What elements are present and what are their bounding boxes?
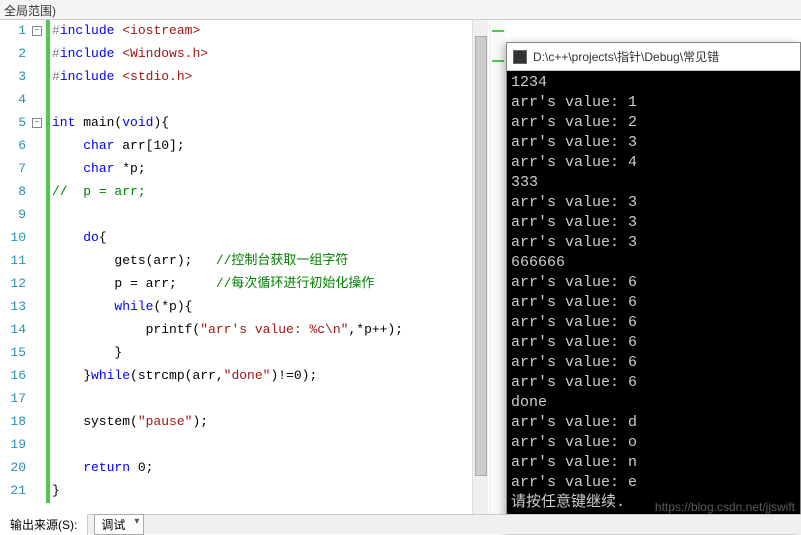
line-number: 11 xyxy=(0,250,26,273)
fold-column[interactable]: −− xyxy=(32,20,46,514)
line-number: 5 xyxy=(0,112,26,135)
editor-scrollbar-vertical[interactable] xyxy=(472,20,488,514)
line-number: 9 xyxy=(0,204,26,227)
line-number: 18 xyxy=(0,411,26,434)
line-number: 19 xyxy=(0,434,26,457)
output-source-label: 输出来源(S): xyxy=(0,514,88,535)
bottom-bar: 输出来源(S): 调试 xyxy=(0,514,801,534)
line-number: 7 xyxy=(0,158,26,181)
scope-bar: 全局范围) xyxy=(0,0,801,20)
line-number: 16 xyxy=(0,365,26,388)
console-output[interactable]: 1234 arr's value: 1 arr's value: 2 arr's… xyxy=(507,71,800,515)
fold-toggle[interactable]: − xyxy=(32,118,42,128)
console-icon xyxy=(513,50,527,64)
console-window[interactable]: D:\c++\projects\指针\Debug\常见错 1234 arr's … xyxy=(506,42,801,534)
console-title-text: D:\c++\projects\指针\Debug\常见错 xyxy=(533,48,719,65)
line-number: 21 xyxy=(0,480,26,503)
line-number-gutter: 123456789101112131415161718192021 xyxy=(0,20,32,514)
line-number: 3 xyxy=(0,66,26,89)
line-number: 8 xyxy=(0,181,26,204)
console-titlebar[interactable]: D:\c++\projects\指针\Debug\常见错 xyxy=(507,43,800,71)
line-number: 15 xyxy=(0,342,26,365)
line-number: 2 xyxy=(0,43,26,66)
line-number: 17 xyxy=(0,388,26,411)
line-number: 20 xyxy=(0,457,26,480)
line-number: 1 xyxy=(0,20,26,43)
editor-overview-ruler[interactable] xyxy=(489,20,505,514)
line-number: 4 xyxy=(0,89,26,112)
line-number: 6 xyxy=(0,135,26,158)
line-number: 14 xyxy=(0,319,26,342)
line-number: 10 xyxy=(0,227,26,250)
line-number: 12 xyxy=(0,273,26,296)
scrollbar-thumb[interactable] xyxy=(475,36,487,476)
line-number: 13 xyxy=(0,296,26,319)
watermark: https://blog.csdn.net/jjswift xyxy=(655,500,795,514)
fold-toggle[interactable]: − xyxy=(32,26,42,36)
code-line[interactable]: #include <iostream> xyxy=(52,20,801,43)
output-source-dropdown[interactable]: 调试 xyxy=(94,514,144,535)
